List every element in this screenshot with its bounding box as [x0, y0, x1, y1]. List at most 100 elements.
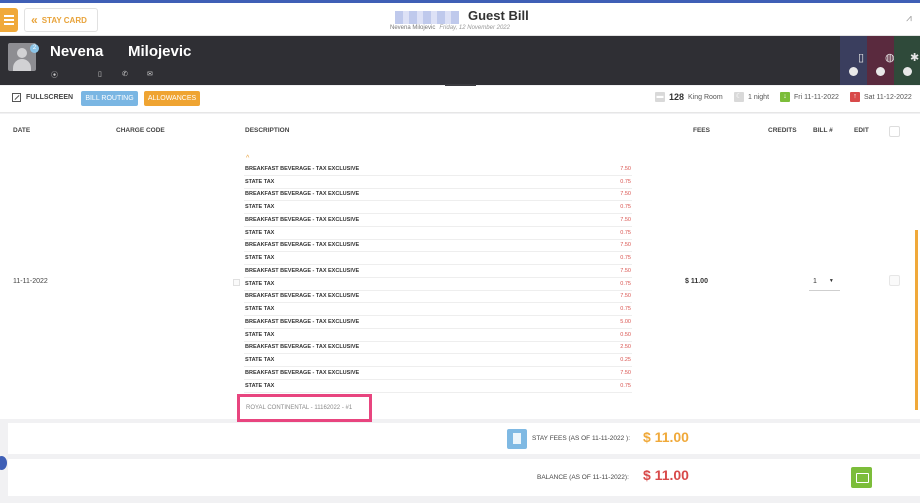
line-amount: 5.00	[620, 318, 631, 325]
col-fees: FEES	[693, 127, 710, 134]
allowances-button[interactable]: ALLOWANCES	[144, 91, 200, 106]
arrival-date: Fri 11-11-2022	[794, 93, 839, 101]
bed-icon: ▬	[655, 92, 665, 102]
stay-card-button[interactable]: « STAY CARD	[24, 8, 98, 32]
bill-toolbar: FULLSCREEN BILL ROUTING ALLOWANCES ▬ 128…	[0, 86, 920, 113]
balance-label: BALANCE (AS OF 11-11-2022):	[537, 474, 629, 481]
col-credits: CREDITS	[768, 127, 797, 134]
select-all-checkbox[interactable]	[889, 126, 900, 137]
departure-date: Sat 11-12-2022	[864, 93, 912, 101]
row-expand-toggle[interactable]	[233, 279, 240, 286]
table-row: 11-11-2022 ^ BREAKFAST BEVERAGE - TAX EX…	[0, 148, 920, 419]
line-amount: 0.50	[620, 331, 631, 338]
line-description: BREAKFAST BEVERAGE - TAX EXCLUSIVE	[245, 293, 360, 300]
page-subtitle: Nevena Milojevic Friday, 12 November 2022	[390, 25, 510, 31]
line-amount: 0.75	[620, 306, 631, 313]
line-description: BREAKFAST BEVERAGE - TAX EXCLUSIVE	[245, 318, 360, 325]
stay-fees-amount: $ 11.00	[643, 429, 689, 445]
tile-loyalty[interactable]: ▯	[840, 36, 867, 85]
guest-last-name: Milojevic	[128, 43, 192, 60]
stay-card-label: STAY CARD	[41, 15, 87, 25]
list-item: BREAKFAST BEVERAGE - TAX EXCLUSIVE 2.50	[244, 342, 632, 355]
expand-icon	[12, 93, 21, 102]
guest-first-name: Nevena	[50, 43, 104, 60]
arrival-info: ↓ Fri 11-11-2022	[780, 92, 839, 102]
line-description: STATE TAX	[245, 280, 275, 287]
tile-settings[interactable]: ✱	[894, 36, 920, 85]
row-checkbox[interactable]	[889, 275, 900, 286]
list-item: STATE TAX 0.75	[244, 201, 632, 214]
line-description: STATE TAX	[245, 306, 275, 313]
list-item: BREAKFAST BEVERAGE - TAX EXCLUSIVE 7.50	[244, 240, 632, 253]
card-icon: ▯	[858, 52, 865, 64]
col-bill-number: BILL #	[813, 127, 833, 134]
row-date: 11-11-2022	[13, 278, 48, 285]
mobile-phone-icon[interactable]: ▯	[98, 70, 102, 78]
subtitle-date: Friday, 12 November 2022	[439, 25, 510, 31]
line-description: STATE TAX	[245, 229, 275, 236]
list-item: STATE TAX 0.75	[244, 227, 632, 240]
line-description: STATE TAX	[245, 357, 275, 364]
line-description: STATE TAX	[245, 331, 275, 338]
line-amount: 0.75	[620, 204, 631, 211]
bill-number-select[interactable]: 1 ▼	[809, 272, 840, 291]
stay-fees-label: STAY FEES (AS OF 11-11-2022 ):	[532, 435, 631, 442]
line-amount: 0.25	[620, 357, 631, 364]
double-chevron-left-icon: «	[31, 13, 38, 27]
list-item: STATE TAX 0.50	[244, 329, 632, 342]
list-item: BREAKFAST BEVERAGE - TAX EXCLUSIVE 7.50	[244, 163, 632, 176]
list-item: BREAKFAST BEVERAGE - TAX EXCLUSIVE 7.50	[244, 214, 632, 227]
list-item: STATE TAX 0.75	[244, 278, 632, 291]
departure-arrow-icon: ↑	[850, 92, 860, 102]
line-amount: 2.50	[620, 344, 631, 351]
payment-wallet-button[interactable]	[851, 467, 872, 488]
bill-number-value: 1	[813, 277, 817, 285]
line-description: BREAKFAST BEVERAGE - TAX EXCLUSIVE	[245, 165, 360, 172]
email-icon[interactable]: ✉	[147, 70, 153, 78]
line-amount: 7.50	[620, 242, 631, 249]
line-description: BREAKFAST BEVERAGE - TAX EXCLUSIVE	[245, 267, 360, 274]
line-description: BREAKFAST BEVERAGE - TAX EXCLUSIVE	[245, 216, 360, 223]
guest-count-badge: 2	[30, 44, 39, 53]
line-amount: 0.75	[620, 178, 631, 185]
line-description: BREAKFAST BEVERAGE - TAX EXCLUSIVE	[245, 242, 360, 249]
page-header: « STAY CARD Guest Bill Nevena Milojevic F…	[0, 3, 920, 36]
line-description: STATE TAX	[245, 204, 275, 211]
list-item: BREAKFAST BEVERAGE - TAX EXCLUSIVE 5.00	[244, 316, 632, 329]
caret-up-icon[interactable]: ^	[246, 154, 632, 163]
page-title: Guest Bill	[468, 8, 529, 23]
line-amount: 7.50	[620, 293, 631, 300]
invoice-icon[interactable]	[507, 429, 527, 449]
room-info: ▬ 128 King Room	[655, 92, 723, 102]
col-edit: EDIT	[854, 127, 869, 134]
col-date: DATE	[13, 127, 31, 134]
vertical-scrollbar[interactable]	[915, 230, 918, 410]
col-description: DESCRIPTION	[245, 127, 290, 134]
bill-routing-button[interactable]: BILL ROUTING	[81, 91, 138, 106]
stats-chart-icon[interactable]: ⩘	[900, 8, 918, 30]
list-item: BREAKFAST BEVERAGE - TAX EXCLUSIVE 7.50	[244, 189, 632, 202]
line-description: BREAKFAST BEVERAGE - TAX EXCLUSIVE	[245, 191, 360, 198]
line-amount: 0.75	[620, 382, 631, 389]
list-item: STATE TAX 0.75	[244, 176, 632, 189]
menu-icon[interactable]	[0, 8, 18, 32]
line-amount: 0.75	[620, 229, 631, 236]
charge-reference[interactable]: ROYAL CONTINENTAL - 11162022 - #1	[237, 394, 372, 422]
charges-table-header: DATE CHARGE CODE DESCRIPTION FEES CREDIT…	[0, 114, 920, 148]
fullscreen-button[interactable]: FULLSCREEN	[12, 93, 73, 102]
list-item: STATE TAX 0.75	[244, 380, 632, 393]
list-item: STATE TAX 0.75	[244, 252, 632, 265]
phone-icon[interactable]: ✆	[122, 70, 128, 78]
list-item: STATE TAX 0.75	[244, 303, 632, 316]
room-type: King Room	[688, 93, 723, 101]
help-bubble-icon[interactable]	[0, 456, 7, 470]
stay-fees-summary: STAY FEES (AS OF 11-11-2022 ): $ 11.00	[8, 423, 920, 454]
line-amount: 7.50	[620, 165, 631, 172]
line-description: STATE TAX	[245, 382, 275, 389]
tile-preferences[interactable]: ◍	[867, 36, 895, 85]
page-title-block: Guest Bill Nevena Milojevic Friday, 12 No…	[390, 7, 570, 35]
nights-info: ☾ 1 night	[734, 92, 769, 102]
location-pin-icon[interactable]: ⦿	[51, 70, 58, 80]
line-description: BREAKFAST BEVERAGE - TAX EXCLUSIVE	[245, 344, 360, 351]
line-amount: 7.50	[620, 216, 631, 223]
